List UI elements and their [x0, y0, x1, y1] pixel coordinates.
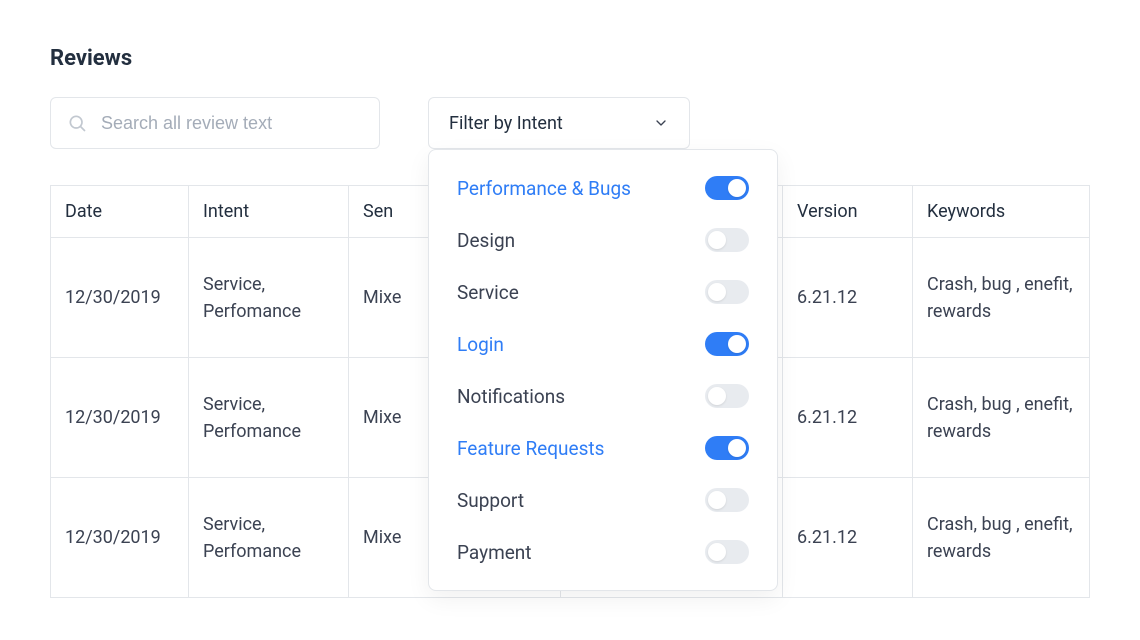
filter-option-toggle[interactable]	[705, 332, 749, 356]
cell-version: 6.21.12	[783, 478, 913, 598]
toggle-knob	[708, 283, 726, 301]
filter-label: Filter by Intent	[449, 113, 563, 134]
filter-option-toggle[interactable]	[705, 540, 749, 564]
col-intent: Intent	[189, 186, 349, 238]
filter-option-label: Payment	[457, 541, 532, 564]
filter-dropdown: Performance & Bugs Design Service Login Noti…	[428, 149, 778, 591]
toggle-knob	[728, 179, 746, 197]
filter-by-intent[interactable]: Filter by Intent Performance & BugsDesig…	[428, 97, 690, 149]
filter-option-toggle[interactable]	[705, 280, 749, 304]
search-icon	[67, 113, 87, 133]
cell-date: 12/30/2019	[51, 478, 189, 598]
filter-option[interactable]: Feature Requests	[429, 422, 777, 474]
filter-trigger[interactable]: Filter by Intent	[428, 97, 690, 149]
chevron-down-icon	[653, 115, 669, 131]
filter-option[interactable]: Service	[429, 266, 777, 318]
toggle-knob	[728, 439, 746, 457]
filter-option-label: Notifications	[457, 385, 565, 408]
filter-option[interactable]: Performance & Bugs	[429, 162, 777, 214]
controls-row: Filter by Intent Performance & BugsDesig…	[50, 97, 1090, 149]
col-keywords: Keywords	[913, 186, 1090, 238]
cell-keywords: Crash, bug , enefit, rewards	[913, 478, 1090, 598]
toggle-knob	[708, 231, 726, 249]
filter-option-toggle[interactable]	[705, 436, 749, 460]
filter-option-label: Support	[457, 489, 524, 512]
cell-date: 12/30/2019	[51, 238, 189, 358]
filter-option-label: Service	[457, 281, 519, 304]
cell-intent: Service, Perfomance	[189, 478, 349, 598]
filter-option-label: Design	[457, 229, 515, 252]
toggle-knob	[708, 543, 726, 561]
filter-option-label: Login	[457, 333, 504, 356]
cell-intent: Service, Perfomance	[189, 358, 349, 478]
toggle-knob	[728, 335, 746, 353]
search-input-wrapper[interactable]	[50, 97, 380, 149]
filter-option[interactable]: Login	[429, 318, 777, 370]
cell-version: 6.21.12	[783, 238, 913, 358]
cell-date: 12/30/2019	[51, 358, 189, 478]
filter-option-label: Feature Requests	[457, 437, 604, 460]
filter-option-toggle[interactable]	[705, 176, 749, 200]
cell-intent: Service, Perfomance	[189, 238, 349, 358]
filter-option[interactable]: Notifications	[429, 370, 777, 422]
page-title: Reviews	[50, 46, 1090, 71]
filter-option-toggle[interactable]	[705, 228, 749, 252]
toggle-knob	[708, 387, 726, 405]
col-version: Version	[783, 186, 913, 238]
col-date: Date	[51, 186, 189, 238]
search-input[interactable]	[101, 113, 363, 134]
cell-keywords: Crash, bug , enefit, rewards	[913, 358, 1090, 478]
filter-option-toggle[interactable]	[705, 384, 749, 408]
cell-keywords: Crash, bug , enefit, rewards	[913, 238, 1090, 358]
filter-option[interactable]: Design	[429, 214, 777, 266]
filter-option-toggle[interactable]	[705, 488, 749, 512]
filter-option[interactable]: Support	[429, 474, 777, 526]
filter-option-label: Performance & Bugs	[457, 177, 631, 200]
filter-option[interactable]: Payment	[429, 526, 777, 578]
toggle-knob	[708, 491, 726, 509]
cell-version: 6.21.12	[783, 358, 913, 478]
